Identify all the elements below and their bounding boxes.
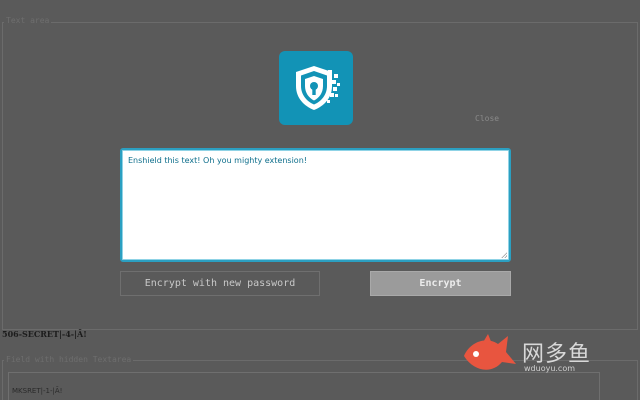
- enshield-logo: [279, 51, 353, 125]
- resize-grip-icon[interactable]: [501, 252, 507, 258]
- hidden-textarea-legend: Field with hidden Textarea: [4, 355, 134, 364]
- encrypt-button[interactable]: Encrypt: [370, 271, 511, 296]
- fish-logo-icon: [464, 334, 516, 370]
- shield-keyhole-icon: [296, 66, 340, 110]
- close-link[interactable]: Close: [475, 114, 499, 123]
- watermark-url: wduoyu.com: [524, 364, 576, 373]
- watermark: 网多鱼 wduoyu.com: [460, 330, 630, 380]
- encrypt-with-new-password-button[interactable]: Encrypt with new password: [120, 271, 320, 296]
- textarea-content: Enshield this text! Oh you mighty extens…: [128, 156, 307, 165]
- text-area-legend: Text area: [4, 16, 52, 25]
- hidden-textarea-value: MKSRET|-1-|Ā!: [12, 387, 63, 395]
- encrypted-output-text: 506-SECRET|-4-|Ā!: [2, 329, 87, 339]
- plaintext-textarea[interactable]: Enshield this text! Oh you mighty extens…: [120, 148, 511, 262]
